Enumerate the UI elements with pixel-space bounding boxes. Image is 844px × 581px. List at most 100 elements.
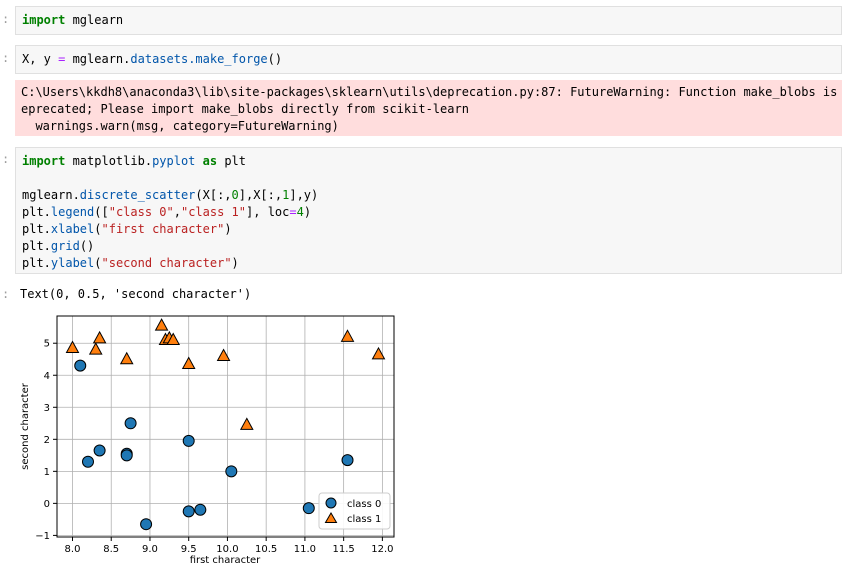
legend-marker-class-0 — [325, 497, 337, 509]
data-point-class-0 — [225, 465, 238, 478]
legend-label-class-1: class 1 — [347, 514, 381, 525]
output-text: Text(0, 0.5, 'second character') — [20, 287, 252, 301]
code-text: X, y — [22, 52, 59, 66]
code-text: plt — [217, 154, 247, 168]
code-text: ) — [224, 222, 232, 236]
y-tick-label: 1 — [44, 467, 50, 478]
code-text: plt. — [22, 222, 51, 236]
code-text: () — [79, 239, 95, 253]
data-point-class-0 — [182, 505, 195, 518]
data-point-class-1 — [239, 417, 254, 430]
code-line-2: mglearn.discrete_scatter(X[:,0],X[:,1],y… — [22, 187, 835, 204]
code-cell-1[interactable]: import mglearn — [15, 6, 842, 35]
warning-line-3: warnings.warn(msg, category=FutureWarnin… — [21, 119, 339, 133]
y-tick-label: 0 — [44, 499, 50, 510]
data-point-class-0 — [124, 417, 137, 430]
cell-prompt-1: : — [2, 12, 10, 26]
data-point-class-1 — [88, 342, 103, 355]
cell-prompt-2: : — [2, 51, 10, 65]
code-line-6: plt.ylabel("second character") — [22, 255, 835, 272]
legend-label-class-0: class 0 — [347, 499, 381, 510]
code-text: ([ — [94, 205, 109, 219]
output-prompt: : — [2, 287, 10, 301]
code-text: plt. — [22, 256, 51, 270]
code-text: mglearn. — [22, 188, 80, 202]
code-text: mglearn — [65, 13, 124, 27]
code-text: plt. — [22, 205, 51, 219]
code-text: mglearn. — [65, 52, 131, 66]
data-point-class-0 — [81, 455, 94, 468]
code-text: ], loc — [246, 205, 290, 219]
y-tick-label: 5 — [44, 339, 50, 350]
x-tick-label: 11.5 — [333, 544, 355, 555]
y-tick-label: 2 — [44, 435, 50, 446]
function-name: discrete_scatter — [79, 188, 196, 202]
data-point-class-1 — [181, 356, 196, 370]
x-tick-label: 8.0 — [65, 544, 81, 555]
y-axis: −1 0 1 2 3 4 5 — [35, 339, 57, 542]
y-tick-label: −1 — [35, 531, 50, 542]
y-tick-label: 3 — [44, 403, 50, 414]
code-text: ) — [303, 205, 312, 219]
y-axis-label: second character — [20, 382, 31, 470]
data-point-class-0 — [120, 449, 133, 462]
legend: class 0 class 1 — [318, 492, 391, 530]
code-text: ( — [94, 256, 102, 270]
code-text: ],X[:, — [238, 188, 283, 202]
keyword: as — [195, 154, 218, 168]
data-point-class-0 — [74, 359, 87, 372]
code-text: , — [173, 205, 181, 219]
code-line: X, y = mglearn.datasets.make_forge() — [16, 46, 841, 73]
x-tick-label: 12.0 — [371, 544, 393, 555]
x-tick-label: 8.5 — [103, 544, 119, 555]
data-point-class-0 — [182, 434, 195, 447]
x-axis-label: first character — [190, 555, 261, 566]
data-point-class-1 — [119, 351, 134, 365]
data-point-class-0 — [341, 454, 354, 467]
x-tick-label: 11.0 — [294, 544, 316, 555]
function-name: legend — [50, 205, 95, 219]
data-point-class-0 — [93, 444, 106, 457]
y-tick-label: 4 — [44, 371, 50, 382]
keyword: import — [22, 154, 66, 168]
data-point-class-0 — [194, 503, 207, 516]
code-text: plt. — [22, 239, 51, 253]
function-name: datasets.make_forge — [130, 52, 268, 66]
code-block: import matplotlib.pyplot as plt mglearn.… — [16, 148, 841, 277]
number: 4 — [296, 205, 304, 219]
x-axis: 8.0 8.5 9.0 9.5 10.0 10.5 11.0 11.5 12.0 — [65, 537, 394, 555]
function-name: xlabel — [50, 222, 95, 236]
x-tick-label: 10.5 — [255, 544, 277, 555]
number: 0 — [231, 188, 239, 202]
warning-line-2: eprecated; Please import make_blobs dire… — [21, 102, 469, 116]
cell-prompt-3: : — [2, 152, 10, 166]
data-point-class-0 — [140, 518, 153, 531]
code-text: ],y) — [289, 188, 319, 202]
code-text: ) — [231, 256, 239, 270]
string: "first character" — [101, 222, 225, 236]
code-text: () — [267, 52, 283, 66]
data-point-class-1 — [92, 330, 107, 344]
data-point-class-0 — [302, 502, 315, 515]
code-line: import mglearn — [16, 7, 841, 34]
x-tick-label: 9.0 — [142, 544, 158, 555]
code-line-1: import matplotlib.pyplot as plt — [22, 153, 835, 170]
code-text: (X[:, — [195, 188, 232, 202]
code-cell-2[interactable]: X, y = mglearn.datasets.make_forge() — [15, 45, 842, 74]
function-name: grid — [50, 239, 80, 253]
x-tick-label: 9.5 — [181, 544, 197, 555]
function-name: ylabel — [50, 256, 95, 270]
code-text: ( — [94, 222, 102, 236]
warning-line-1: C:\Users\kkdh8\anaconda3\lib\site-packag… — [21, 85, 844, 99]
code-line-5: plt.grid() — [22, 238, 835, 255]
scatter-plot: 8.0 8.5 9.0 9.5 10.0 10.5 11.0 11.5 12.0 −1 0 1 2 3 4… — [20, 315, 395, 566]
keyword: import — [22, 13, 66, 27]
code-cell-3[interactable]: import matplotlib.pyplot as plt mglearn.… — [15, 147, 842, 274]
code-line-4: plt.xlabel("first character") — [22, 221, 835, 238]
operator: = — [289, 205, 297, 219]
string: "second character" — [101, 256, 232, 270]
x-tick-label: 10.0 — [216, 544, 238, 555]
string: "class 1" — [180, 205, 247, 219]
code-line-3: plt.legend(["class 0","class 1"], loc=4) — [22, 204, 835, 221]
